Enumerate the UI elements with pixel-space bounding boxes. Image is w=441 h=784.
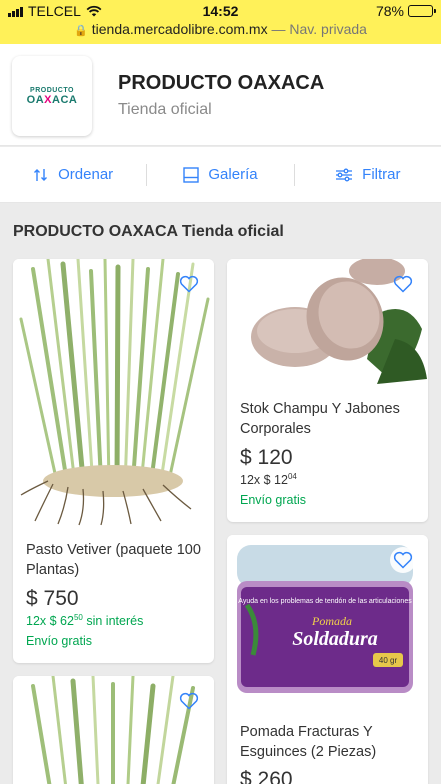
gallery-icon bbox=[183, 166, 200, 183]
heart-icon bbox=[179, 692, 199, 710]
sort-icon bbox=[34, 168, 48, 181]
product-price: $ 750 bbox=[26, 587, 79, 610]
product-installments: 12x $ 6250 sin interés bbox=[26, 613, 144, 628]
results-toolbar: Ordenar Galería Filtrar bbox=[0, 147, 441, 203]
sort-label: Ordenar bbox=[58, 166, 114, 183]
logo-main-text: OAXACA bbox=[26, 93, 78, 106]
store-subtitle: Tienda oficial bbox=[118, 101, 212, 118]
address-bar[interactable]: 🔒 tienda.mercadolibre.com.mx — Nav. priva… bbox=[0, 21, 441, 37]
private-mode-label: — Nav. privada bbox=[271, 21, 367, 37]
jar-label-brand: Pomada bbox=[311, 614, 352, 628]
favorite-button[interactable] bbox=[390, 547, 416, 573]
store-name: PRODUCTO OAXACA bbox=[118, 72, 325, 94]
section-title: PRODUCTO OAXACA Tienda oficial bbox=[13, 223, 284, 240]
jar-label-weight: 40 gr bbox=[379, 656, 398, 665]
jar-label-name: Soldadura bbox=[292, 628, 378, 650]
product-card[interactable]: Stok Champu Y Jabones Corporales $ 120 12… bbox=[227, 259, 428, 522]
product-card[interactable]: Ayuda en los problemas de tendón de las … bbox=[227, 535, 428, 784]
filter-label: Filtrar bbox=[362, 166, 401, 183]
heart-icon bbox=[393, 551, 413, 569]
product-title: Stok Champu Y Jabones Corporales bbox=[240, 401, 400, 437]
favorite-button[interactable] bbox=[176, 271, 202, 297]
product-image[interactable]: Ayuda en los problemas de tendón de las … bbox=[227, 535, 428, 705]
product-card[interactable]: Pasto Vetiver (paquete 100 Plantas) $ 750… bbox=[13, 259, 214, 663]
store-header: PRODUCTO OAXACA PRODUCTO OAXACA Tienda o… bbox=[0, 44, 441, 146]
product-price: $ 260 bbox=[240, 768, 293, 784]
favorite-button[interactable] bbox=[176, 688, 202, 714]
product-price: $ 120 bbox=[240, 446, 293, 469]
product-title: Pasto Vetiver (paquete 100 Plantas) bbox=[26, 542, 201, 578]
free-shipping-label: Envío gratis bbox=[240, 493, 307, 507]
battery-icon bbox=[408, 5, 436, 17]
lock-icon: 🔒 bbox=[74, 25, 88, 37]
logo-top-text: PRODUCTO bbox=[30, 86, 74, 94]
product-card[interactable] bbox=[13, 676, 214, 784]
jar-label-line: Ayuda en los problemas de tendón de las … bbox=[238, 598, 412, 605]
browser-top-bar: TELCEL 14:52 78% 🔒 tienda.mercadolibre.co… bbox=[0, 0, 441, 44]
heart-icon bbox=[393, 275, 413, 293]
vetiver-image bbox=[19, 259, 210, 526]
product-installments: 12x $ 1204 bbox=[240, 472, 297, 487]
status-bar: TELCEL 14:52 78% bbox=[0, 3, 441, 21]
filter-button[interactable]: Filtrar bbox=[295, 147, 441, 202]
product-title: Pomada Fracturas Y Esguinces (2 Piezas) bbox=[240, 724, 377, 760]
battery-status: 78% bbox=[375, 3, 436, 19]
battery-percent: 78% bbox=[375, 3, 404, 19]
free-shipping-label: Envío gratis bbox=[26, 634, 93, 648]
product-image[interactable] bbox=[13, 259, 214, 527]
url-domain: tienda.mercadolibre.com.mx bbox=[91, 21, 268, 37]
store-logo[interactable]: PRODUCTO OAXACA bbox=[12, 56, 92, 136]
heart-icon bbox=[179, 275, 199, 293]
product-image[interactable] bbox=[227, 259, 428, 391]
clock: 14:52 bbox=[202, 3, 239, 19]
gallery-button[interactable]: Galería bbox=[147, 147, 293, 202]
favorite-button[interactable] bbox=[390, 271, 416, 297]
sort-button[interactable]: Ordenar bbox=[0, 147, 146, 202]
product-image[interactable] bbox=[13, 676, 214, 784]
filter-icon bbox=[336, 168, 353, 181]
gallery-label: Galería bbox=[208, 166, 258, 183]
